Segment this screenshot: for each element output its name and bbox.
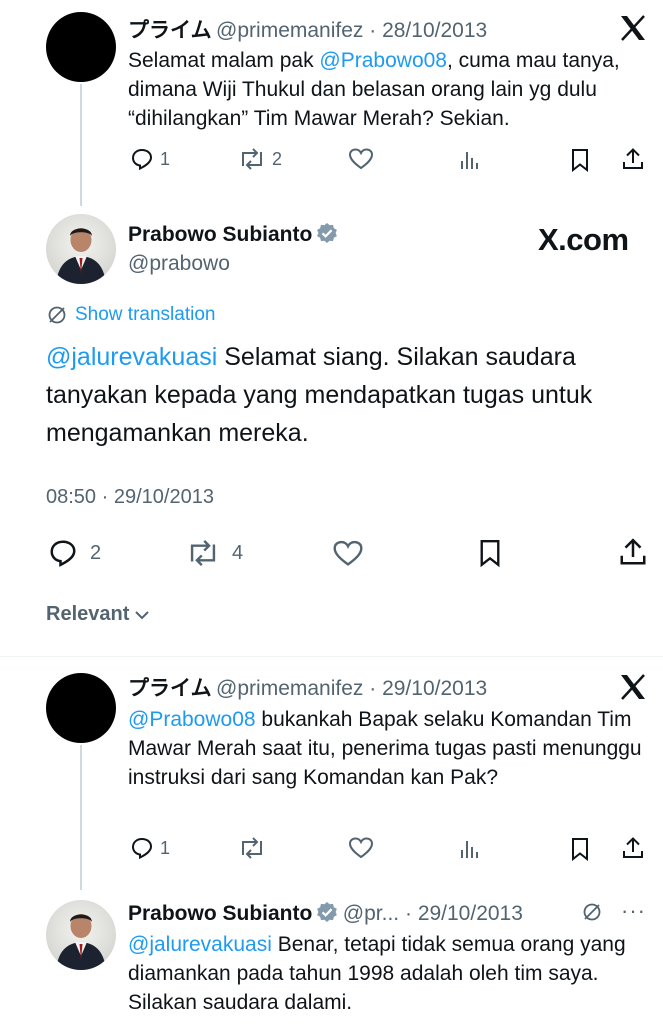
text-segment: Selamat malam pak <box>128 49 320 72</box>
show-translation-link[interactable]: Show translation <box>46 304 215 326</box>
x-logo-icon <box>619 674 647 705</box>
tweet-date: 29/10/2013 <box>113 486 214 508</box>
sort-label: Relevant <box>46 603 130 625</box>
tweet-text: Selamat malam pak @Prabowo08, cuma mau t… <box>128 46 648 133</box>
share-button[interactable] <box>621 147 645 171</box>
heart-icon <box>333 540 363 566</box>
author-name[interactable]: Prabowo Subianto <box>128 223 312 246</box>
share-button[interactable] <box>621 836 645 860</box>
tweet-date[interactable]: 29/10/2013 <box>418 902 523 925</box>
divider <box>0 656 663 657</box>
tweet-header: Prabowo Subianto <box>128 222 338 249</box>
translate-icon[interactable] <box>581 901 603 928</box>
repost-icon <box>242 148 262 170</box>
sort-replies-dropdown[interactable]: Relevant <box>46 603 151 626</box>
chevron-down-icon <box>135 610 150 619</box>
avatar[interactable] <box>46 900 116 970</box>
avatar[interactable] <box>46 12 116 82</box>
mention-link[interactable]: @jalurevakuasi <box>46 343 217 371</box>
tweet-text: @jalurevakuasi Benar, tetapi tidak semua… <box>128 930 643 1017</box>
avatar[interactable] <box>46 214 116 284</box>
xcom-logo: X.com <box>538 222 629 257</box>
tweet-text: @jalurevakuasi Selamat siang. Silakan sa… <box>46 338 626 452</box>
tweet-date[interactable]: 29/10/2013 <box>382 677 487 700</box>
author-name[interactable]: Prabowo Subianto <box>128 902 312 925</box>
author-handle[interactable]: @pr... <box>343 902 399 925</box>
like-button[interactable] <box>348 836 374 860</box>
share-icon <box>620 538 646 565</box>
reply-button[interactable]: 1 <box>130 836 170 860</box>
heart-icon <box>348 148 374 170</box>
repost-icon <box>190 539 216 567</box>
bookmark-button[interactable] <box>569 148 591 172</box>
thread-line <box>80 745 82 890</box>
tweet-header: プライム @primemanifez · 28/10/2013 <box>128 14 598 44</box>
separator: · <box>399 902 418 925</box>
repost-button[interactable]: 4 <box>186 538 243 568</box>
reply-count: 2 <box>90 541 102 564</box>
repost-button[interactable] <box>238 836 266 860</box>
tweet-time: 08:50 <box>46 486 97 508</box>
bookmark-button[interactable] <box>569 837 591 861</box>
views-button[interactable] <box>459 838 481 860</box>
like-button[interactable] <box>348 147 374 171</box>
views-icon <box>461 841 478 858</box>
more-options-icon[interactable]: ··· <box>621 898 646 924</box>
repost-count: 4 <box>232 541 244 564</box>
reply-button[interactable]: 1 <box>130 147 170 171</box>
share-icon <box>623 148 643 169</box>
verified-badge-icon <box>316 222 338 249</box>
reply-icon <box>131 837 153 860</box>
separator: · <box>363 19 383 42</box>
reply-icon <box>50 540 76 567</box>
repost-button[interactable]: 2 <box>238 147 282 171</box>
translate-icon <box>48 306 66 324</box>
x-logo-icon <box>619 15 647 46</box>
author-name[interactable]: プライム <box>128 19 212 42</box>
views-icon <box>461 152 478 169</box>
share-icon <box>623 837 643 858</box>
tweet-header: プライム @primemanifez · 29/10/2013 <box>128 672 487 702</box>
like-button[interactable] <box>332 539 364 568</box>
author-handle[interactable]: @prabowo <box>128 252 230 276</box>
views-button[interactable] <box>459 149 481 171</box>
repost-count: 2 <box>272 148 283 169</box>
reply-button[interactable]: 2 <box>48 538 101 568</box>
tweet-text: @Prabowo08 bukankah Bapak selaku Komanda… <box>128 705 653 792</box>
author-name[interactable]: プライム <box>128 677 212 700</box>
bookmark-icon <box>572 838 588 861</box>
heart-icon <box>348 837 374 859</box>
author-handle[interactable]: @primemanifez <box>216 19 363 42</box>
tweet-header: Prabowo Subianto @pr... · 29/10/2013 <box>128 901 523 928</box>
thread-line <box>80 84 82 206</box>
separator: · <box>363 677 383 700</box>
bookmark-icon <box>480 540 500 568</box>
reply-count: 1 <box>160 148 171 169</box>
avatar[interactable] <box>46 673 116 743</box>
reply-count: 1 <box>160 837 171 858</box>
mention-link[interactable]: @jalurevakuasi <box>128 933 272 956</box>
tweet-timestamp[interactable]: 08:50 · 29/10/2013 <box>46 486 214 509</box>
reply-icon <box>131 148 153 171</box>
share-button[interactable] <box>618 537 648 567</box>
bookmark-icon <box>572 149 588 172</box>
separator: · <box>96 486 114 508</box>
mention-link[interactable]: @Prabowo08 <box>128 708 256 731</box>
repost-icon <box>242 837 262 859</box>
bookmark-button[interactable] <box>477 538 503 568</box>
show-translation-label: Show translation <box>75 304 216 325</box>
verified-badge-icon <box>316 901 338 928</box>
tweet-date[interactable]: 28/10/2013 <box>382 19 487 42</box>
author-handle[interactable]: @primemanifez <box>216 677 363 700</box>
mention-link[interactable]: @Prabowo08 <box>319 49 447 72</box>
